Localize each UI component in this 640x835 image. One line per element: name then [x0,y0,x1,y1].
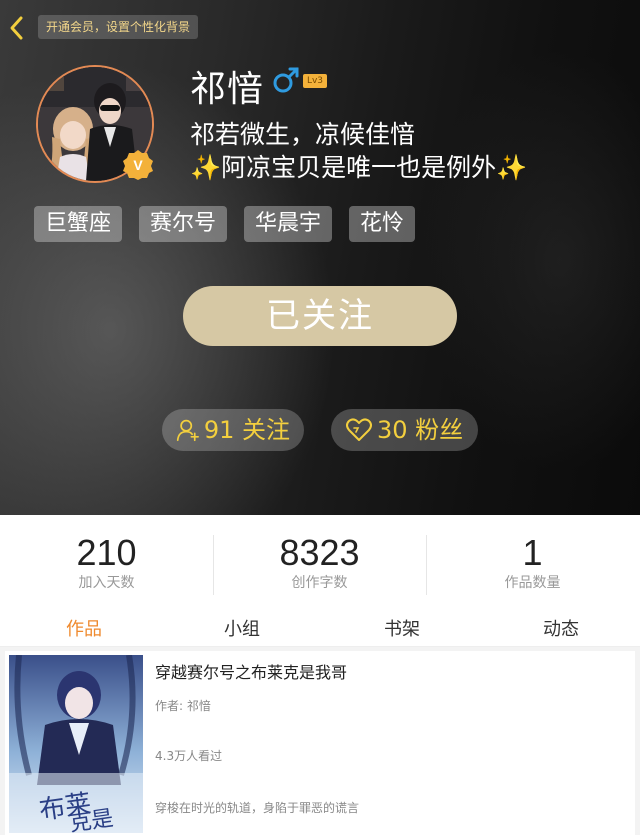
book-author: 作者: 祁愔 [155,699,211,713]
stats-row: 210 加入天数 8323 创作字数 1 作品数量 [0,515,640,605]
tag-list: 巨蟹座 赛尔号 华晨宇 花怜 [34,206,416,242]
tag[interactable]: 赛尔号 [139,206,228,242]
vip-badge-icon: V [123,150,153,180]
tag[interactable]: 花怜 [349,206,416,242]
username: 祁愔 [190,69,265,110]
sparkle-icon: ✨ [190,153,222,182]
level-badge: Lv3 [303,74,327,88]
tag[interactable]: 巨蟹座 [34,206,123,242]
stat-value: 1 [522,532,543,573]
bio-line-2-text: 阿凉宝贝是唯一也是例外 [221,153,497,182]
chevron-left-icon [10,16,23,40]
tab-groups[interactable]: 小组 [224,615,260,641]
person-add-icon [176,419,199,442]
tab-works[interactable]: 作品 [66,615,102,641]
sparkle-icon: ✨ [496,153,528,182]
stat-words: 8323 创作字数 [213,533,426,593]
stat-value: 8323 [279,532,360,573]
tag[interactable]: 华晨宇 [244,206,333,242]
male-icon [273,67,299,93]
heart-icon [346,418,372,441]
avatar[interactable]: V [36,65,154,183]
back-button[interactable] [6,14,28,42]
book-description: 穿梭在时光的轨道，身陷于罪恶的谎言 [155,801,360,815]
book-read-count: 4.3万人看过 [155,749,223,763]
bio-line-1: 祁若微生，凉候佳愔 [190,120,416,149]
stat-label: 加入天数 [78,575,135,591]
bio-line-2: ✨阿凉宝贝是唯一也是例外✨ [190,148,527,184]
stat-value: 210 [76,532,137,573]
following-button[interactable]: 91 关注 [162,409,304,451]
tab-bar: 作品 小组 书架 动态 [0,605,640,647]
stat-label: 作品数量 [504,575,561,591]
book-card[interactable]: 布莱 克是 穿越赛尔号之布莱克是我哥 作者: 祁愔 4.3万人看过 穿梭在时光的… [5,651,635,835]
stat-works: 1 作品数量 [426,533,639,593]
following-count: 91 关注 [203,416,290,444]
fans-count: 30 粉丝 [377,416,464,444]
svg-text:V: V [133,157,143,173]
book-title: 穿越赛尔号之布莱克是我哥 [155,663,348,682]
stat-label: 创作字数 [291,575,348,591]
profile-header: 开通会员，设置个性化背景 V 祁愔 Lv3 祁若微生，凉候佳愔 ✨阿凉宝贝是唯一… [0,0,640,515]
tab-activity[interactable]: 动态 [543,615,579,641]
vip-upgrade-banner[interactable]: 开通会员，设置个性化背景 [38,15,199,39]
fans-button[interactable]: 30 粉丝 [331,409,478,451]
book-cover: 布莱 克是 [9,655,143,833]
stat-days: 210 加入天数 [0,533,213,593]
tab-bookshelf[interactable]: 书架 [384,615,420,641]
follow-button[interactable]: 已关注 [183,286,457,346]
